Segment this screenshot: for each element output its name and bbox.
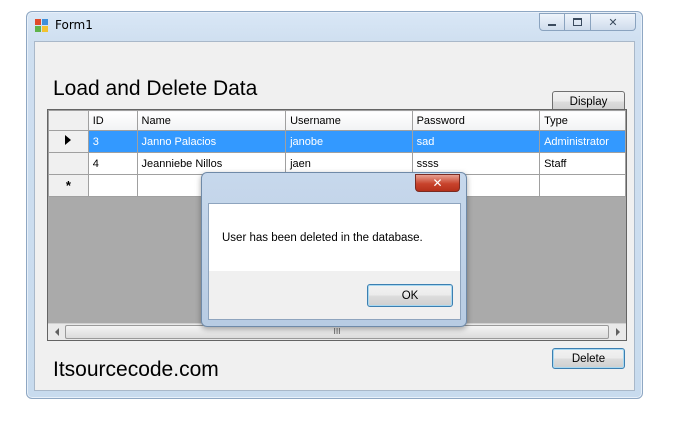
app-icon — [35, 19, 49, 33]
cell-type[interactable]: Staff — [539, 152, 626, 175]
dialog-close-button[interactable]: ✕ — [415, 174, 460, 192]
dialog-message: User has been deleted in the database. — [222, 232, 423, 244]
maximize-button[interactable] — [565, 13, 591, 31]
minimize-icon — [548, 24, 556, 26]
minimize-button[interactable] — [539, 13, 565, 31]
page-title: Load and Delete Data — [53, 77, 258, 100]
chevron-left-icon — [54, 328, 59, 336]
cell-id[interactable] — [87, 174, 138, 197]
grid-corner-header[interactable] — [48, 110, 89, 131]
caption-buttons: ✕ — [539, 13, 636, 31]
scroll-left-button[interactable] — [48, 324, 65, 340]
scrollbar-thumb[interactable]: III — [65, 325, 609, 339]
column-header-password[interactable]: Password — [411, 110, 541, 131]
cell-id[interactable]: 4 — [87, 152, 138, 175]
chevron-right-icon — [615, 328, 620, 336]
cell-password[interactable]: sad — [411, 130, 541, 153]
ok-button[interactable]: OK — [367, 284, 453, 307]
column-header-username[interactable]: Username — [285, 110, 413, 131]
new-row-icon: * — [65, 177, 71, 193]
close-icon: ✕ — [432, 176, 443, 190]
current-row-arrow-icon — [65, 135, 72, 145]
dialog-body: User has been deleted in the database. O… — [208, 203, 461, 320]
close-icon: ✕ — [608, 15, 618, 29]
column-header-name[interactable]: Name — [136, 110, 287, 131]
cell-type[interactable] — [539, 174, 626, 197]
close-button[interactable]: ✕ — [591, 13, 636, 31]
title-bar[interactable]: Form1 ✕ — [27, 12, 642, 40]
table-row[interactable]: 3 Janno Palacios janobe sad Administrato… — [48, 130, 626, 153]
cell-id[interactable]: 3 — [87, 130, 138, 153]
grid-header-row: ID Name Username Password Type — [48, 110, 626, 131]
window-title: Form1 — [55, 18, 93, 32]
dialog-message-area: User has been deleted in the database. — [209, 204, 460, 271]
footer-brand: Itsourcecode.com — [53, 358, 219, 381]
column-header-type[interactable]: Type — [539, 110, 626, 131]
row-header[interactable]: * — [48, 174, 89, 197]
scroll-right-button[interactable] — [609, 324, 626, 340]
cell-type[interactable]: Administrator — [539, 130, 626, 153]
maximize-icon — [573, 18, 582, 26]
message-box: ✕ User has been deleted in the database.… — [201, 172, 467, 327]
row-header[interactable] — [48, 130, 89, 153]
row-header[interactable] — [48, 152, 89, 175]
cell-username[interactable]: janobe — [285, 130, 413, 153]
column-header-id[interactable]: ID — [87, 110, 138, 131]
grip-icon: III — [333, 327, 341, 336]
cell-name[interactable]: Janno Palacios — [136, 130, 287, 153]
delete-button[interactable]: Delete — [552, 348, 625, 369]
